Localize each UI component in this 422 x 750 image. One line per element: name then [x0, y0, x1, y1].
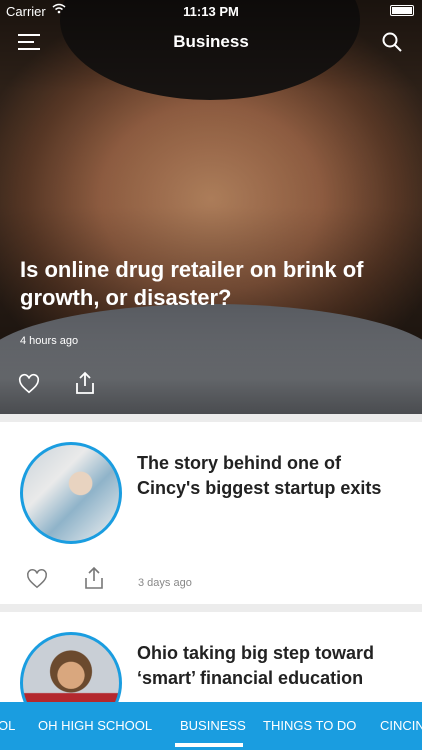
article-card[interactable]: Ohio taking big step toward ‘smart’ fina…	[0, 612, 422, 712]
status-bar: Carrier 11:13 PM	[0, 0, 422, 22]
article-card[interactable]: The story behind one of Cincy's biggest …	[0, 422, 422, 604]
heart-icon[interactable]	[18, 373, 40, 395]
active-tab-indicator	[175, 743, 243, 747]
clock: 11:13 PM	[183, 4, 239, 19]
tab-business[interactable]: BUSINESS	[180, 718, 246, 733]
hero-image-overlay	[0, 0, 422, 414]
article-headline[interactable]: The story behind one of Cincy's biggest …	[137, 451, 407, 501]
heart-icon[interactable]	[26, 568, 48, 590]
hero-timestamp: 4 hours ago	[20, 335, 79, 347]
article-timestamp: 3 days ago	[138, 577, 192, 589]
battery-icon	[390, 5, 414, 16]
nav-bar: Business	[0, 22, 422, 62]
article-thumbnail	[20, 632, 122, 712]
share-icon[interactable]	[74, 371, 96, 395]
tab-things-to-do[interactable]: THINGS TO DO	[263, 718, 356, 733]
tab-oh-high-school[interactable]: OH HIGH SCHOOL	[38, 718, 152, 733]
hero-article[interactable]	[0, 0, 422, 414]
share-icon[interactable]	[83, 566, 105, 590]
hero-headline[interactable]: Is online drug retailer on brink of grow…	[20, 256, 410, 312]
page-title: Business	[173, 32, 249, 51]
search-icon[interactable]	[382, 32, 402, 52]
article-headline[interactable]: Ohio taking big step toward ‘smart’ fina…	[137, 641, 407, 691]
tab-cincinnati[interactable]: CINCIN	[380, 718, 422, 733]
tab-partial-left[interactable]: OL	[0, 718, 15, 733]
article-thumbnail	[20, 442, 122, 544]
